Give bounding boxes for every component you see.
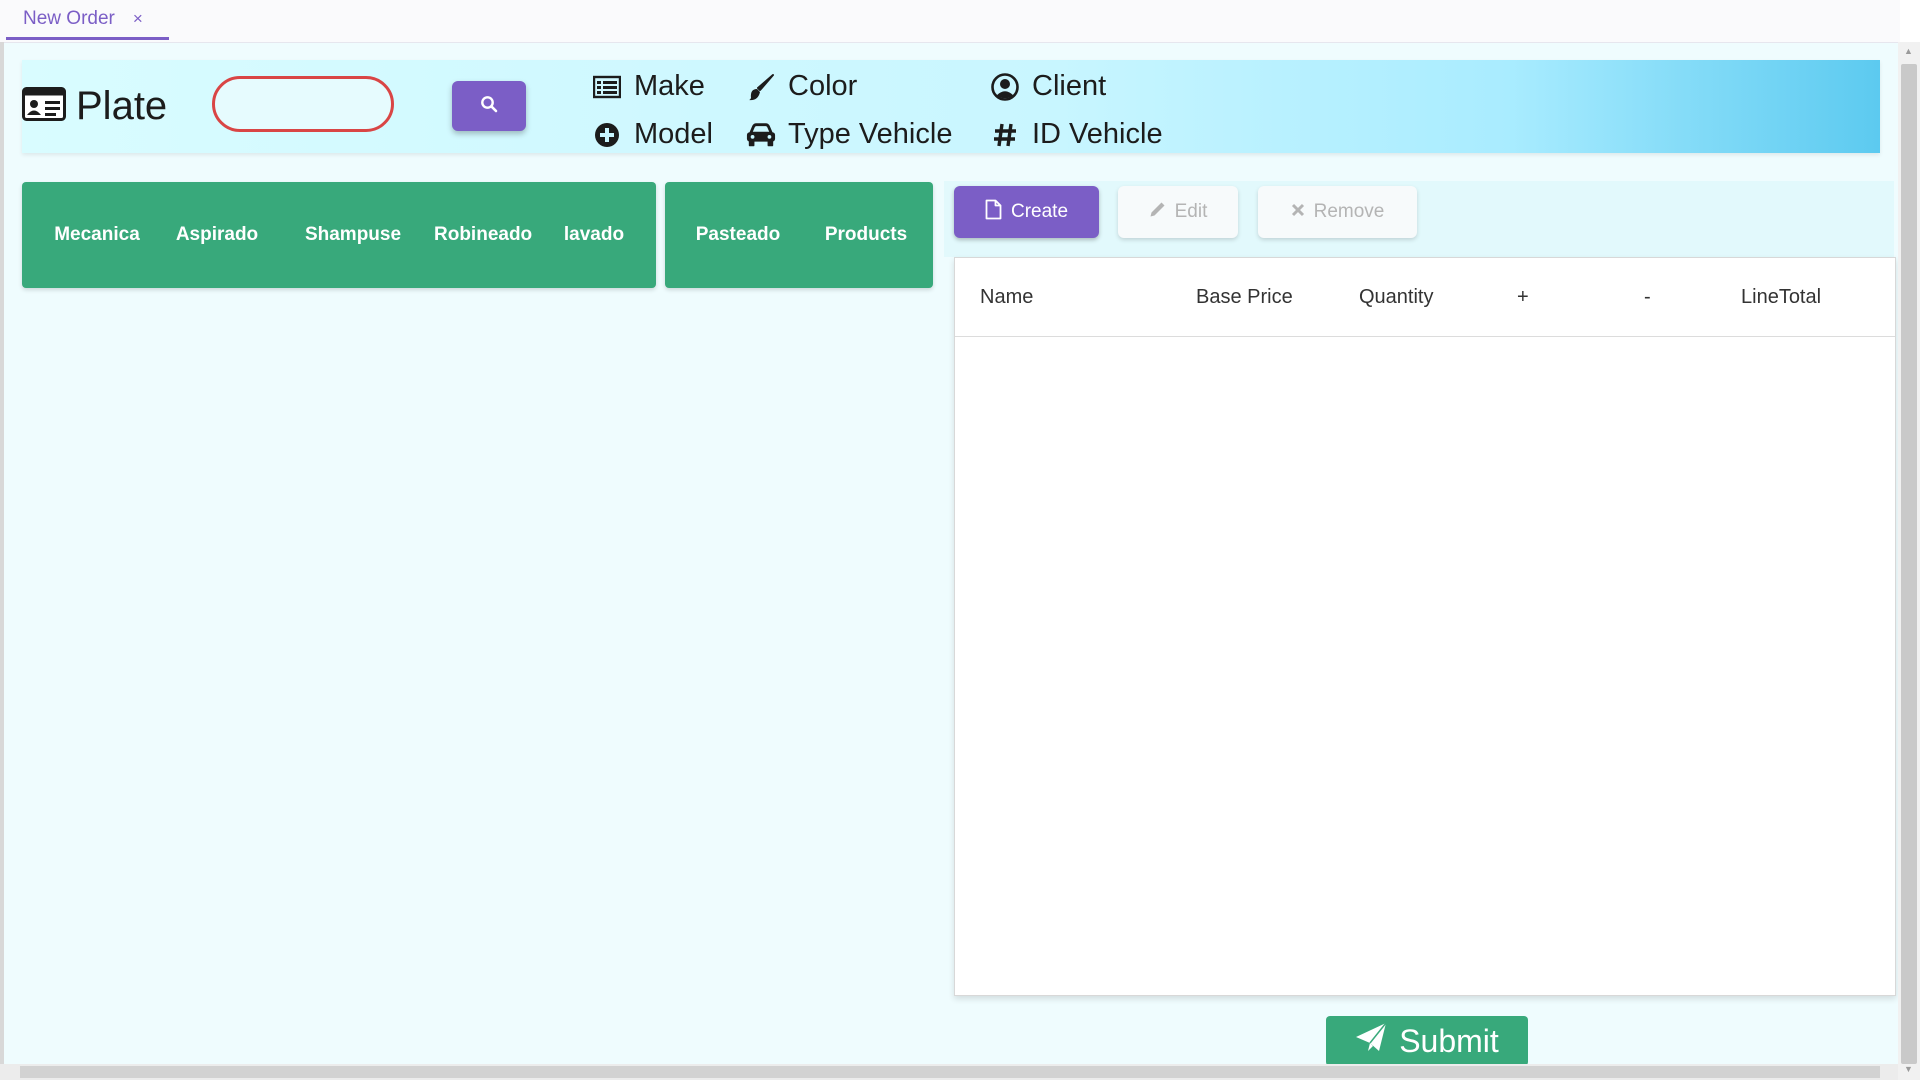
column-header-plus[interactable]: +: [1517, 258, 1547, 336]
submit-label: Submit: [1399, 1022, 1499, 1059]
paintbrush-icon: [746, 72, 776, 102]
plus-circle-icon: [592, 120, 622, 150]
make-field[interactable]: Make: [592, 70, 705, 103]
horizontal-scroll-thumb[interactable]: [20, 1066, 1880, 1078]
category-lavado[interactable]: lavado: [556, 182, 632, 288]
column-header-quantity[interactable]: Quantity: [1359, 258, 1489, 336]
plate-label: Plate: [76, 84, 168, 128]
category-panel-products: Pasteado Products: [665, 182, 933, 288]
user-circle-icon: [990, 72, 1020, 102]
column-header-base-price[interactable]: Base Price: [1196, 258, 1326, 336]
id-vehicle-field[interactable]: ID Vehicle: [990, 118, 1163, 151]
category-mecanica[interactable]: Mecanica: [42, 182, 152, 288]
left-border: [0, 42, 4, 1064]
car-icon: [746, 120, 776, 150]
create-label: Create: [1010, 201, 1069, 222]
column-header-minus[interactable]: -: [1644, 258, 1674, 336]
grid-header: Name Base Price Quantity + - LineTotal: [955, 258, 1895, 337]
vertical-scroll-thumb[interactable]: [1901, 64, 1917, 1064]
order-lines-grid: Name Base Price Quantity + - LineTotal: [954, 257, 1896, 996]
color-field[interactable]: Color: [746, 70, 857, 103]
make-label: Make: [634, 70, 705, 102]
paper-plane-icon: [1355, 1022, 1387, 1060]
hashtag-icon: [990, 120, 1020, 150]
scroll-down-icon[interactable]: ▼: [1904, 1064, 1913, 1074]
model-field[interactable]: Model: [592, 118, 713, 151]
tab-label: New Order: [23, 7, 115, 29]
tab-strip: New Order ×: [0, 0, 1900, 43]
id-card-icon: [22, 87, 66, 126]
horizontal-scrollbar[interactable]: [0, 1064, 1898, 1080]
category-pasteado[interactable]: Pasteado: [683, 182, 793, 288]
edit-button[interactable]: Edit: [1118, 186, 1238, 238]
vertical-scrollbar[interactable]: ▲ ▼: [1898, 42, 1920, 1080]
list-icon: [592, 72, 622, 102]
client-label: Client: [1032, 70, 1107, 102]
vehicle-header: Plate Make Model Color Type Vehicle Clie…: [22, 60, 1880, 153]
type-vehicle-field[interactable]: Type Vehicle: [746, 118, 952, 151]
scroll-up-icon[interactable]: ▲: [1904, 46, 1913, 56]
column-header-linetotal[interactable]: LineTotal: [1741, 258, 1823, 336]
category-robineado[interactable]: Robineado: [434, 182, 536, 288]
remove-button[interactable]: Remove: [1258, 186, 1417, 238]
create-button[interactable]: Create: [954, 186, 1099, 238]
column-header-name[interactable]: Name: [980, 258, 1130, 336]
edit-label: Edit: [1174, 201, 1208, 222]
tab-new-order[interactable]: New Order ×: [6, 0, 169, 40]
search-button[interactable]: [452, 81, 526, 131]
client-field[interactable]: Client: [990, 70, 1106, 103]
category-shampuse[interactable]: Shampuse: [298, 182, 408, 288]
close-icon[interactable]: ×: [133, 9, 143, 29]
pencil-icon: [1149, 201, 1166, 224]
times-icon: [1291, 201, 1305, 223]
category-panel-services: Mecanica Aspirado Shampuse Robineado lav…: [22, 182, 656, 288]
color-label: Color: [788, 70, 858, 102]
category-products[interactable]: Products: [811, 182, 921, 288]
id-vehicle-label: ID Vehicle: [1032, 118, 1163, 150]
file-icon: [985, 199, 1002, 226]
category-aspirado[interactable]: Aspirado: [162, 182, 272, 288]
search-icon: [480, 95, 498, 118]
submit-button[interactable]: Submit: [1326, 1016, 1528, 1066]
plate-input[interactable]: [212, 76, 394, 132]
plate-label-group: Plate: [22, 84, 167, 129]
model-label: Model: [634, 118, 713, 150]
type-vehicle-label: Type Vehicle: [788, 118, 953, 150]
remove-label: Remove: [1313, 201, 1385, 222]
